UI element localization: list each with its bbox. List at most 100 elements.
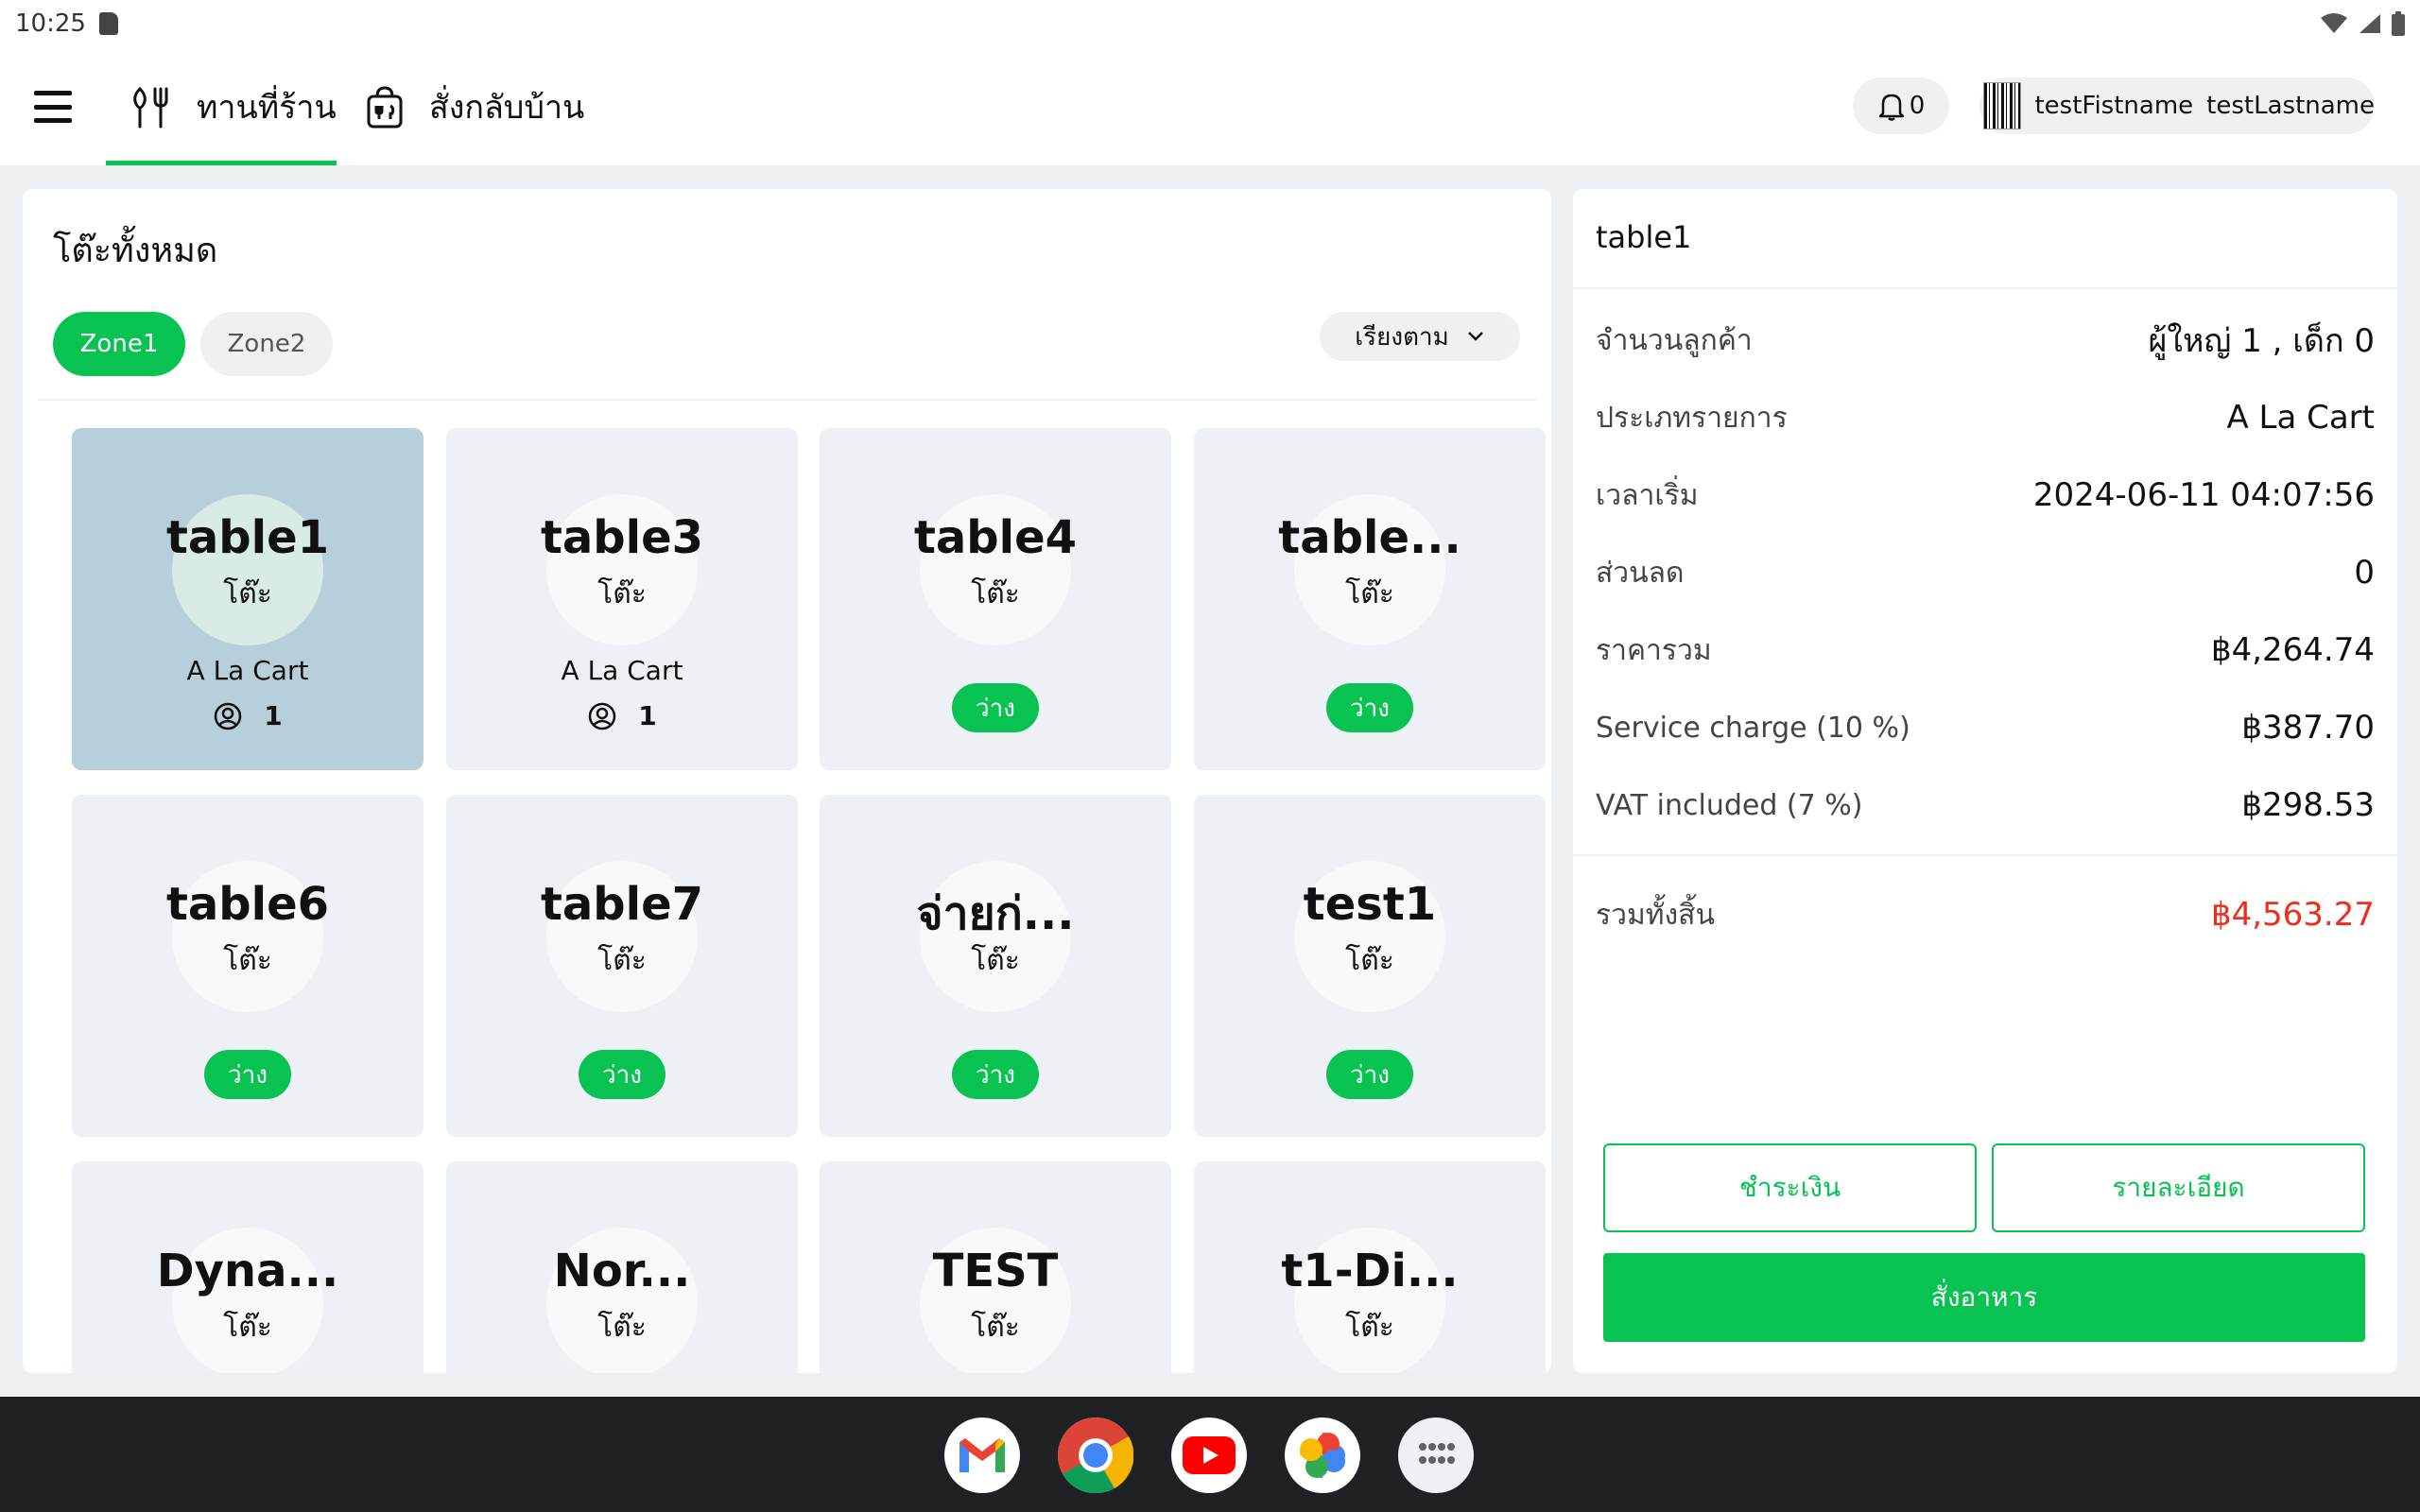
zone-tab-2[interactable]: Zone2 xyxy=(200,312,333,376)
table-card[interactable]: test1 โต๊ะ ว่าง xyxy=(1194,795,1546,1137)
table-order-type: A La Cart xyxy=(186,655,309,686)
table-kind: โต๊ะ xyxy=(597,577,647,610)
order-food-button[interactable]: สั่งอาหาร xyxy=(1603,1253,2365,1342)
app-dock xyxy=(0,1397,2420,1512)
chevron-down-icon xyxy=(1467,332,1483,341)
divider xyxy=(1573,854,2397,856)
table-kind: โต๊ะ xyxy=(597,1311,647,1344)
status-time: 10:25 xyxy=(15,9,86,38)
table-kind: โต๊ะ xyxy=(971,944,1020,977)
notification-button[interactable]: 0 xyxy=(1853,77,1949,134)
status-badge: ว่าง xyxy=(1326,1050,1413,1099)
detail-value: ฿4,264.74 xyxy=(2210,631,2375,669)
tab-dine-in[interactable]: ทานที่ร้าน xyxy=(106,47,337,165)
detail-row-start-time: เวลาเริ่ม 2024-06-11 04:07:56 xyxy=(1596,472,2375,519)
table-order-type: A La Cart xyxy=(561,655,683,686)
user-circle-icon xyxy=(215,702,242,730)
table-card[interactable]: table3 โต๊ะ A La Cart 1 xyxy=(446,428,798,770)
table-kind: โต๊ะ xyxy=(223,944,272,977)
table-card[interactable]: Nor... โต๊ะ xyxy=(446,1161,798,1373)
detail-row-guests: จำนวนลูกค้า ผู้ใหญ่ 1 , เด็ก 0 xyxy=(1596,317,2375,364)
table-name: table3 xyxy=(540,511,704,564)
avatar xyxy=(1983,82,2022,129)
status-badge: ว่าง xyxy=(1326,683,1413,732)
hamburger-menu-icon[interactable] xyxy=(34,91,72,123)
table-card[interactable]: table1 โต๊ะ A La Cart 1 xyxy=(72,428,424,770)
total-value: ฿4,563.27 xyxy=(2210,896,2375,934)
takeaway-bag-icon xyxy=(367,86,403,128)
bell-icon xyxy=(1878,94,1904,121)
table-card[interactable]: t1-Di... โต๊ะ xyxy=(1194,1161,1546,1373)
table-card[interactable]: table6 โต๊ะ ว่าง xyxy=(72,795,424,1137)
table-name: table7 xyxy=(540,878,704,931)
table-kind: โต๊ะ xyxy=(223,577,272,610)
table-name: Nor... xyxy=(553,1245,691,1297)
table-kind: โต๊ะ xyxy=(1345,577,1394,610)
detail-value: ผู้ใหญ่ 1 , เด็ก 0 xyxy=(2148,322,2376,360)
detail-label: Service charge (10 %) xyxy=(1596,711,1910,745)
status-badge: ว่าง xyxy=(204,1050,291,1099)
details-button[interactable]: รายละเอียด xyxy=(1992,1143,2365,1232)
table-kind: โต๊ะ xyxy=(971,577,1020,610)
fork-knife-icon xyxy=(133,86,168,128)
divider xyxy=(38,399,1536,401)
guest-count: 1 xyxy=(638,700,657,731)
table-kind: โต๊ะ xyxy=(1345,944,1394,977)
table-card[interactable]: Dyna... โต๊ะ xyxy=(72,1161,424,1373)
sort-label: เรียงตาม xyxy=(1355,322,1449,352)
table-card[interactable]: table4 โต๊ะ ว่าง xyxy=(820,428,1171,770)
tab-dine-in-label: ทานที่ร้าน xyxy=(197,88,337,127)
detail-value: ฿387.70 xyxy=(2241,709,2375,747)
table-name: table1 xyxy=(165,511,330,564)
detail-label: เวลาเริ่ม xyxy=(1596,478,1699,512)
sort-dropdown[interactable]: เรียงตาม xyxy=(1320,312,1520,361)
table-name: table... xyxy=(1278,511,1461,564)
signal-icon xyxy=(2360,14,2380,33)
detail-label: จำนวนลูกค้า xyxy=(1596,323,1753,357)
table-kind: โต๊ะ xyxy=(1345,1311,1394,1344)
status-badge: ว่าง xyxy=(952,1050,1039,1099)
detail-value: 2024-06-11 04:07:56 xyxy=(2032,476,2375,514)
detail-row-vat: VAT included (7 %) ฿298.53 xyxy=(1596,782,2375,829)
status-bar: 10:25 xyxy=(0,0,2420,47)
table-name: table6 xyxy=(165,878,330,931)
gmail-icon[interactable] xyxy=(944,1418,1020,1493)
app-drawer-icon[interactable] xyxy=(1398,1418,1474,1493)
total-label: รวมทั้งสิ้น xyxy=(1596,898,1715,932)
status-badge: ว่าง xyxy=(952,683,1039,732)
tables-panel: โต๊ะทั้งหมด Zone1 Zone2 เรียงตาม table1 … xyxy=(23,189,1551,1373)
notification-count: 0 xyxy=(1909,92,1926,120)
table-card[interactable]: TEST โต๊ะ xyxy=(820,1161,1171,1373)
tab-takeaway-label: สั่งกลับบ้าน xyxy=(429,88,585,127)
detail-row-type: ประเภทรายการ A La Cart xyxy=(1596,394,2375,441)
detail-label: ประเภทรายการ xyxy=(1596,401,1788,435)
table-card[interactable]: จ่ายก่... โต๊ะ ว่าง xyxy=(820,795,1171,1137)
detail-value: A La Cart xyxy=(2226,399,2375,437)
detail-row-total: รวมทั้งสิ้น ฿4,563.27 xyxy=(1596,891,2375,938)
divider xyxy=(1573,287,2397,289)
detail-value: ฿298.53 xyxy=(2241,786,2375,824)
table-kind: โต๊ะ xyxy=(223,1311,272,1344)
chrome-icon[interactable] xyxy=(1058,1418,1133,1493)
user-first-name: testFistname xyxy=(2034,92,2194,120)
guest-count: 1 xyxy=(264,700,283,731)
tab-takeaway[interactable]: สั่งกลับบ้าน xyxy=(361,47,584,165)
detail-row-service-charge: Service charge (10 %) ฿387.70 xyxy=(1596,704,2375,751)
youtube-icon[interactable] xyxy=(1171,1418,1247,1493)
table-card[interactable]: table... โต๊ะ ว่าง xyxy=(1194,428,1546,770)
sd-card-icon xyxy=(98,12,118,35)
table-card[interactable]: table7 โต๊ะ ว่าง xyxy=(446,795,798,1137)
table-guests: 1 xyxy=(446,700,798,731)
tables-panel-title: โต๊ะทั้งหมด xyxy=(53,232,218,270)
detail-row-subtotal: ราคารวม ฿4,264.74 xyxy=(1596,627,2375,674)
app-bar: ทานที่ร้าน สั่งกลับบ้าน 0 testFistname t… xyxy=(0,47,2420,165)
table-detail-panel: table1 จำนวนลูกค้า ผู้ใหญ่ 1 , เด็ก 0 ปร… xyxy=(1573,189,2397,1373)
photos-icon[interactable] xyxy=(1285,1418,1360,1493)
user-profile-chip[interactable]: testFistname testLastname xyxy=(1979,77,2375,134)
table-guests: 1 xyxy=(72,700,424,731)
pay-button[interactable]: ชำระเงิน xyxy=(1603,1143,1977,1232)
detail-title: table1 xyxy=(1596,219,1692,255)
detail-label: VAT included (7 %) xyxy=(1596,788,1863,822)
zone-tab-1[interactable]: Zone1 xyxy=(53,312,185,376)
detail-label: ราคารวม xyxy=(1596,633,1712,667)
